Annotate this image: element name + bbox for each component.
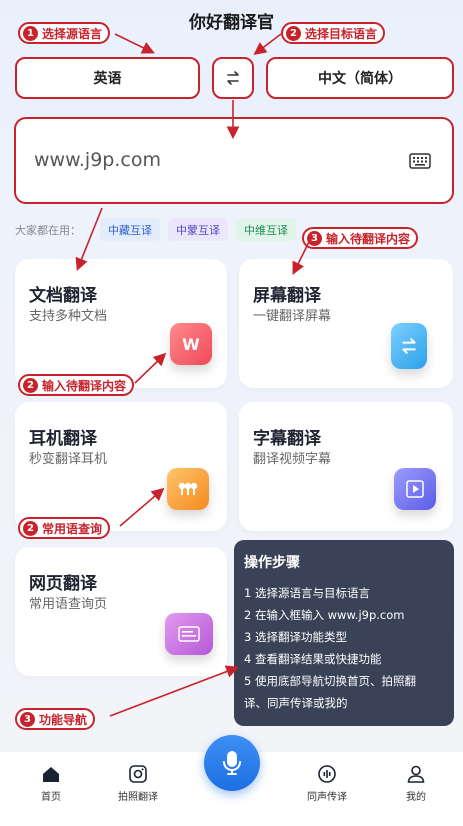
audio-wave-icon bbox=[318, 765, 336, 783]
callout-select-target: 2 选择目标语言 bbox=[281, 22, 386, 44]
card-subtitle: 支持多种文档 bbox=[29, 309, 108, 324]
nav-mine[interactable]: 我的 bbox=[386, 764, 446, 803]
step-line: 译、同声传译或我的 bbox=[244, 696, 348, 710]
swap-language-button[interactable] bbox=[212, 57, 254, 99]
source-language-selector[interactable]: 英语 bbox=[15, 57, 200, 99]
step-line: 1 选择源语言与目标语言 bbox=[244, 586, 370, 600]
steps-title: 操作步骤 bbox=[244, 555, 300, 571]
callout-select-source: 1 选择源语言 bbox=[18, 22, 111, 44]
callout-input-content: 3 输入待翻译内容 bbox=[302, 227, 419, 249]
step-line: 4 查看翻译结果或快捷功能 bbox=[244, 652, 382, 666]
tag-zh-mongolian[interactable]: 中蒙互译 bbox=[168, 218, 228, 241]
card-subtitle: 一键翻译屏幕 bbox=[253, 309, 332, 324]
translate-input-box[interactable]: www.j9p.com bbox=[14, 117, 454, 204]
card-web-translate[interactable]: 网页翻译 常用语查询页 bbox=[15, 547, 227, 676]
step-line: 2 在输入框输入 www.j9p.com bbox=[244, 608, 405, 622]
steps-panel: 操作步骤 1 选择源语言与目标语言 2 在输入框输入 www.j9p.com 3… bbox=[234, 540, 454, 726]
phone-translate-icon bbox=[391, 323, 427, 369]
earphone-icon bbox=[167, 468, 209, 510]
card-title: 文档翻译 bbox=[29, 286, 97, 306]
card-subtitle: 秒变翻译耳机 bbox=[29, 452, 108, 467]
card-screen-translate[interactable]: 屏幕翻译 一键翻译屏幕 bbox=[239, 259, 453, 388]
callout-function-nav: 3 功能导航 bbox=[15, 708, 96, 730]
webpage-icon bbox=[165, 613, 213, 655]
voice-translate-button[interactable] bbox=[204, 735, 260, 791]
card-document-translate[interactable]: 文档翻译 支持多种文档 W bbox=[15, 259, 227, 388]
nav-photo-translate[interactable]: 拍照翻译 bbox=[108, 764, 168, 803]
card-subtitle-translate[interactable]: 字幕翻译 翻译视频字幕 bbox=[239, 402, 453, 531]
translate-input-text[interactable]: www.j9p.com bbox=[34, 149, 161, 171]
card-earphone-translate[interactable]: 耳机翻译 秒变翻译耳机 bbox=[15, 402, 227, 531]
card-subtitle: 常用语查询页 bbox=[29, 597, 108, 612]
card-subtitle: 翻译视频字幕 bbox=[253, 452, 332, 467]
card-title: 耳机翻译 bbox=[29, 429, 97, 449]
callout-common-phrases: 2 常用语查询 bbox=[18, 517, 111, 539]
tag-zh-tibetan[interactable]: 中藏互译 bbox=[100, 218, 160, 241]
card-title: 字幕翻译 bbox=[253, 429, 321, 449]
card-title: 网页翻译 bbox=[29, 574, 97, 594]
tag-zh-uyghur[interactable]: 中维互译 bbox=[236, 218, 296, 241]
swap-icon bbox=[227, 71, 239, 85]
common-hint: 大家都在用： bbox=[15, 224, 81, 237]
user-icon bbox=[407, 765, 425, 783]
step-line: 5 使用底部导航切换首页、拍照翻 bbox=[244, 674, 416, 688]
home-icon bbox=[43, 767, 59, 782]
target-language-selector[interactable]: 中文（简体） bbox=[266, 57, 454, 99]
microphone-icon bbox=[223, 751, 241, 775]
nav-home[interactable]: 首页 bbox=[21, 764, 81, 803]
camera-icon bbox=[129, 765, 147, 783]
nav-simultaneous[interactable]: 同声传译 bbox=[297, 764, 357, 803]
callout-document-input: 2 输入待翻译内容 bbox=[18, 374, 135, 396]
card-title: 屏幕翻译 bbox=[253, 286, 321, 306]
step-line: 3 选择翻译功能类型 bbox=[244, 630, 347, 644]
video-play-icon bbox=[394, 468, 436, 510]
keyboard-icon[interactable] bbox=[409, 153, 431, 169]
word-document-icon: W bbox=[170, 323, 212, 365]
